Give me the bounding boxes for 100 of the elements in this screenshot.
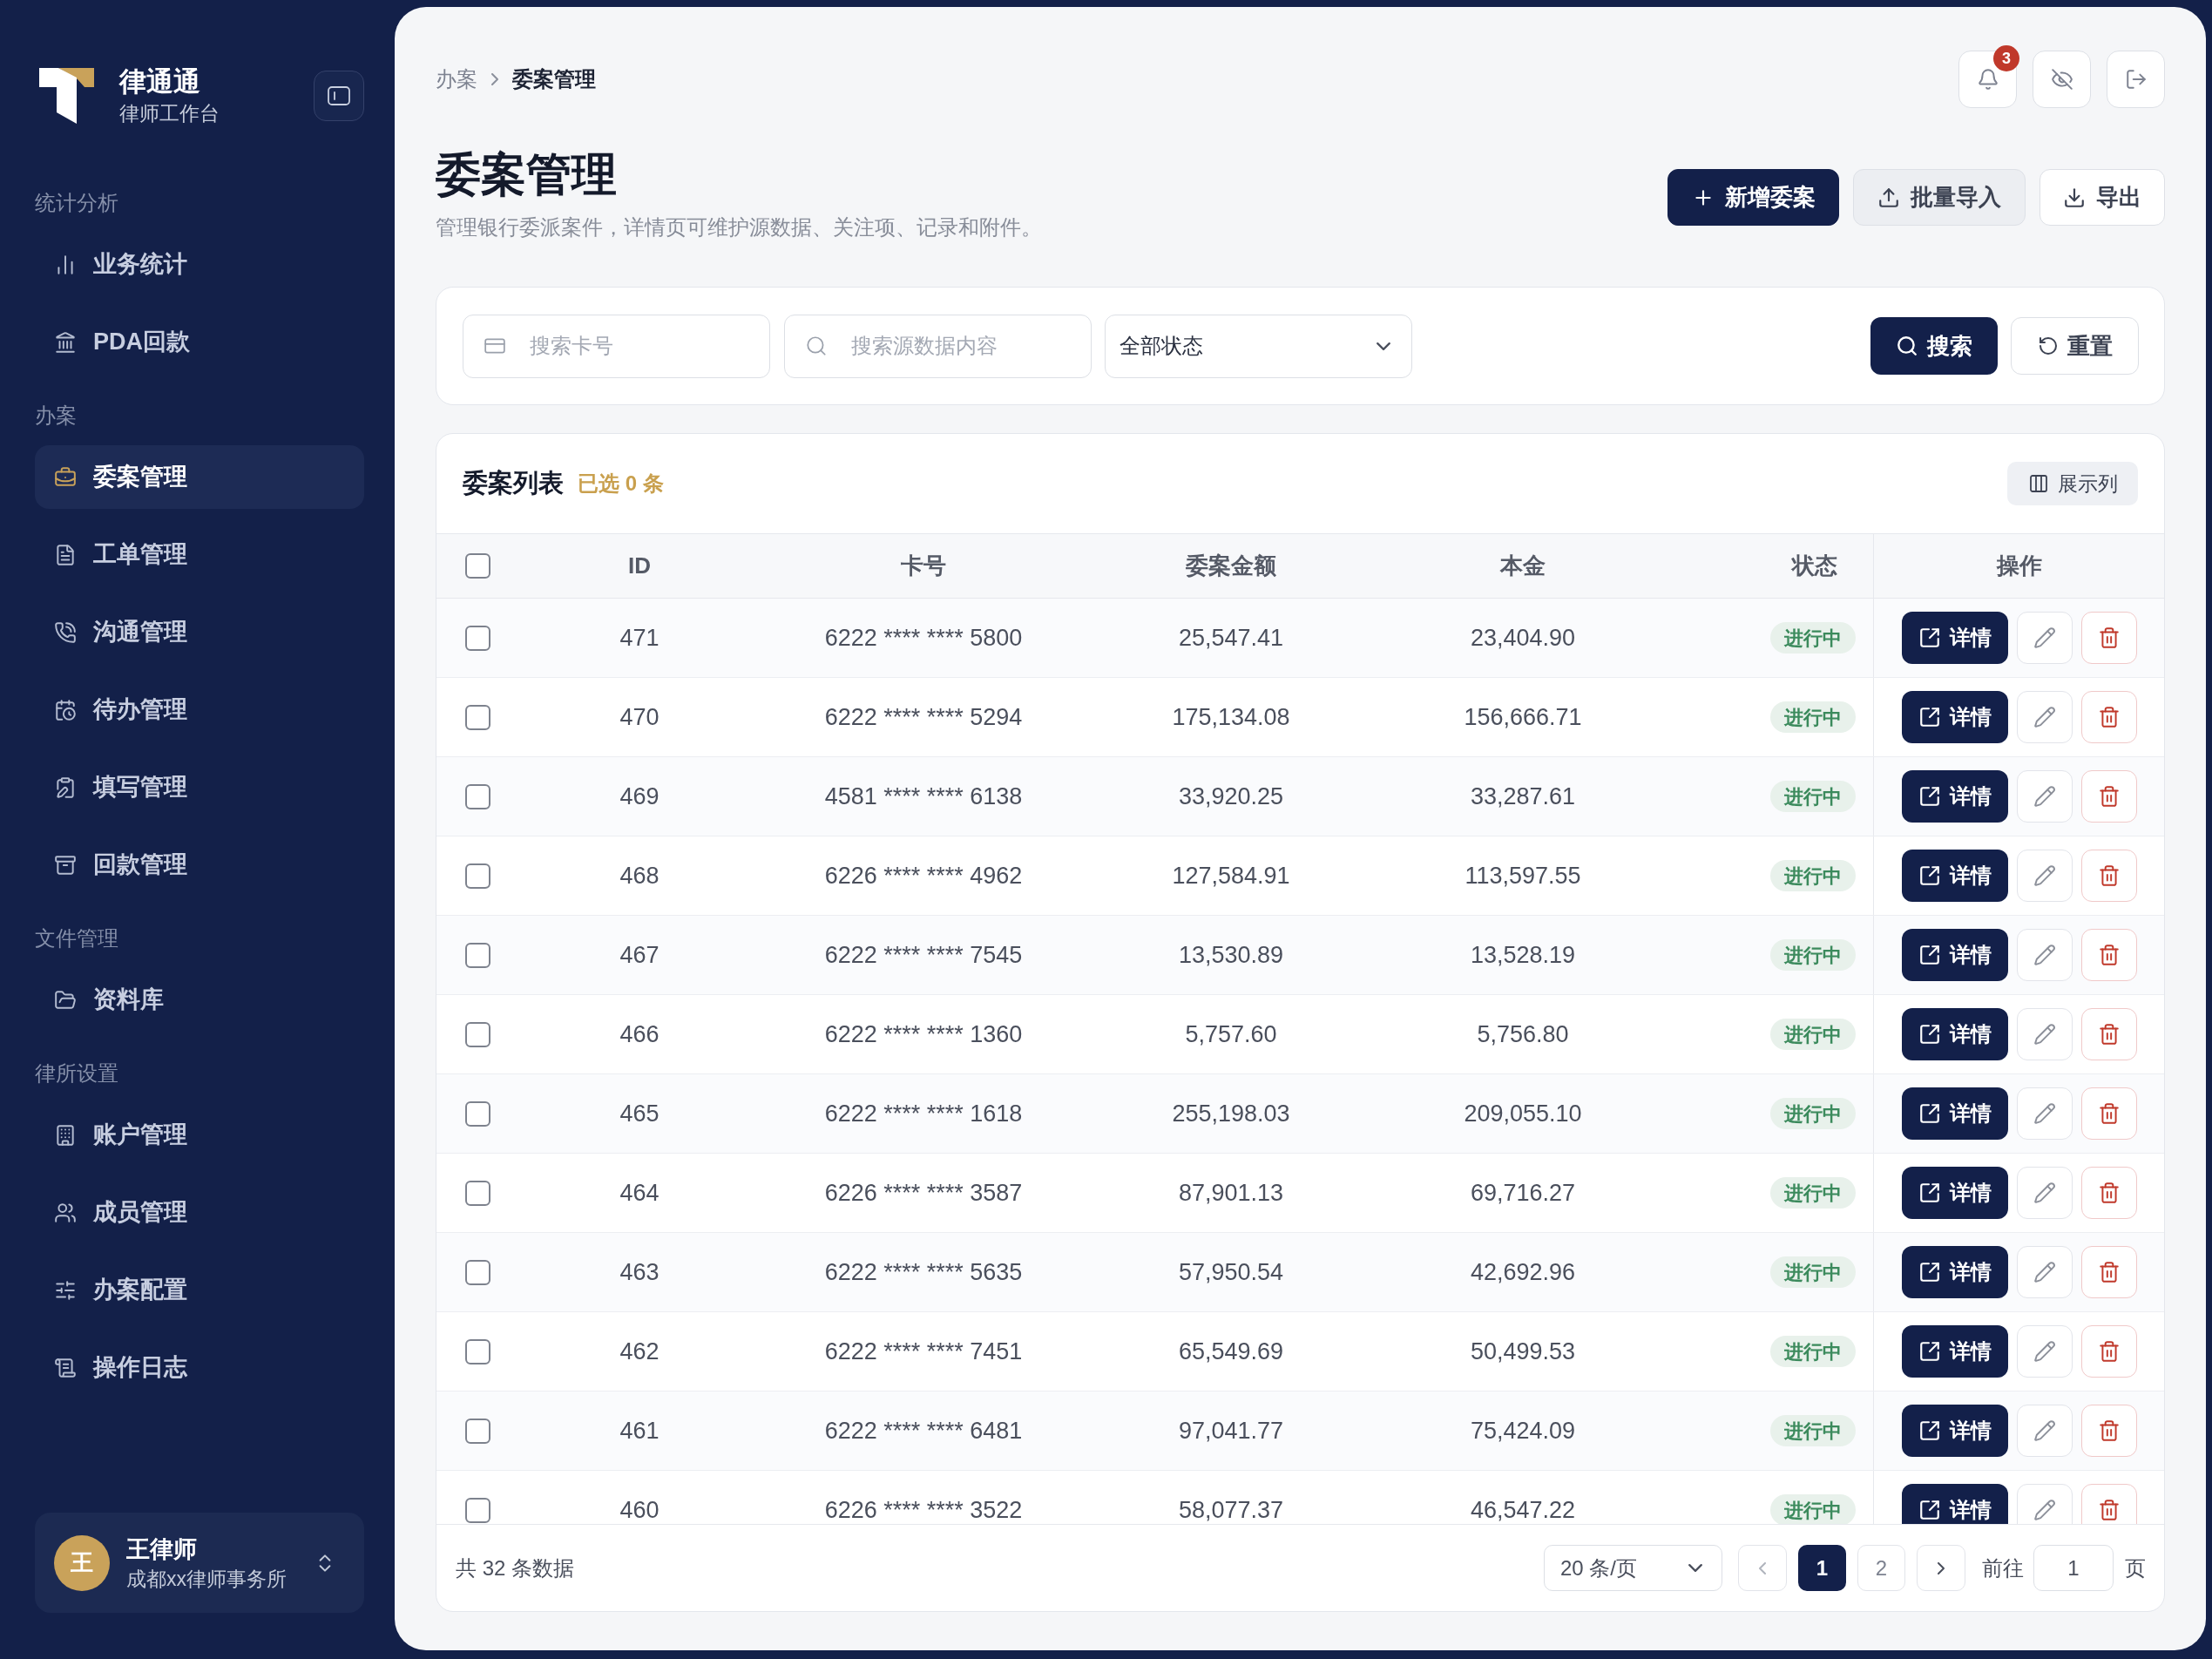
edit-button[interactable] bbox=[2016, 691, 2073, 743]
nav-item[interactable]: 委案管理 bbox=[35, 445, 364, 509]
column-toggle-button[interactable]: 展示列 bbox=[2007, 462, 2138, 505]
table-cell-text: 6222 **** **** 1360 bbox=[824, 1019, 1023, 1049]
delete-button[interactable] bbox=[2080, 1484, 2137, 1524]
breadcrumb-item[interactable]: 办案 bbox=[436, 64, 477, 95]
detail-button[interactable]: 详情 bbox=[1901, 929, 2008, 981]
delete-button[interactable] bbox=[2080, 770, 2137, 823]
nav-item[interactable]: 资料库 bbox=[35, 968, 364, 1032]
checkbox[interactable] bbox=[464, 1338, 490, 1364]
pencil-icon bbox=[2033, 944, 2056, 966]
nav-item[interactable]: 沟通管理 bbox=[35, 600, 364, 664]
nav-item[interactable]: 待办管理 bbox=[35, 678, 364, 741]
action-button[interactable]: 批量导入 bbox=[1853, 169, 2026, 226]
nav-item[interactable]: 办案配置 bbox=[35, 1258, 364, 1322]
delete-button[interactable] bbox=[2080, 1246, 2137, 1298]
detail-button[interactable]: 详情 bbox=[1901, 1167, 2008, 1219]
delete-button[interactable] bbox=[2080, 612, 2137, 664]
checkbox[interactable] bbox=[464, 1100, 490, 1127]
nav-item[interactable]: 业务统计 bbox=[35, 233, 364, 296]
action-button[interactable]: 新增委案 bbox=[1667, 169, 1839, 226]
nav-item[interactable]: 填写管理 bbox=[35, 755, 364, 819]
status-badge: 进行中 bbox=[1770, 1415, 1856, 1446]
phone-icon bbox=[54, 620, 77, 644]
status-select[interactable]: 全部状态 bbox=[1105, 314, 1412, 378]
edit-button[interactable] bbox=[2016, 1087, 2073, 1140]
search-icon bbox=[805, 334, 828, 357]
checkbox[interactable] bbox=[464, 553, 490, 579]
checkbox[interactable] bbox=[464, 1497, 490, 1523]
delete-button[interactable] bbox=[2080, 1325, 2137, 1378]
detail-button[interactable]: 详情 bbox=[1901, 1008, 2008, 1060]
checkbox[interactable] bbox=[464, 942, 490, 968]
search-button[interactable]: 搜索 bbox=[1870, 317, 1998, 375]
delete-button[interactable] bbox=[2080, 1087, 2137, 1140]
nav-item[interactable]: 工单管理 bbox=[35, 523, 364, 586]
checkbox[interactable] bbox=[464, 1021, 490, 1047]
table-title: 委案列表 bbox=[463, 468, 564, 499]
nav-item[interactable]: 成员管理 bbox=[35, 1181, 364, 1244]
edit-button[interactable] bbox=[2016, 1405, 2073, 1457]
edit-button[interactable] bbox=[2016, 1167, 2073, 1219]
edit-button[interactable] bbox=[2016, 1325, 2073, 1378]
checkbox[interactable] bbox=[464, 1180, 490, 1206]
checkbox[interactable] bbox=[464, 863, 490, 889]
edit-button[interactable] bbox=[2016, 1246, 2073, 1298]
page-button[interactable]: 1 bbox=[1798, 1545, 1846, 1591]
delete-button[interactable] bbox=[2080, 691, 2137, 743]
page-input[interactable]: 1 bbox=[2033, 1545, 2114, 1591]
nav-item[interactable]: 操作日志 bbox=[35, 1336, 364, 1399]
pencil-icon bbox=[2033, 864, 2056, 887]
table-cell-text: 65,549.69 bbox=[1178, 1337, 1284, 1366]
nav-item[interactable]: 回款管理 bbox=[35, 833, 364, 897]
reset-button[interactable]: 重置 bbox=[2011, 317, 2139, 375]
edit-button[interactable] bbox=[2016, 770, 2073, 823]
page-button[interactable]: 2 bbox=[1857, 1545, 1905, 1591]
checkbox[interactable] bbox=[464, 783, 490, 809]
checkbox[interactable] bbox=[464, 704, 490, 730]
hide-button[interactable] bbox=[2033, 51, 2091, 108]
edit-button[interactable] bbox=[2016, 850, 2073, 902]
table-cell-text: 97,041.77 bbox=[1178, 1416, 1284, 1446]
upload-icon bbox=[1877, 186, 1900, 209]
notification-badge: 3 bbox=[1993, 45, 2019, 71]
table-cell-text: 468 bbox=[619, 861, 660, 890]
logout-button[interactable] bbox=[2107, 51, 2165, 108]
user-org: 成都xx律师事务所 bbox=[126, 1566, 287, 1592]
checkbox[interactable] bbox=[464, 1259, 490, 1285]
detail-button[interactable]: 详情 bbox=[1901, 850, 2008, 902]
collapse-sidebar-button[interactable] bbox=[314, 71, 364, 121]
action-button[interactable]: 导出 bbox=[2040, 169, 2165, 226]
delete-button[interactable] bbox=[2080, 1008, 2137, 1060]
delete-button[interactable] bbox=[2080, 1405, 2137, 1457]
source-search-field[interactable]: 搜索源数据内容 bbox=[784, 314, 1092, 378]
page-size-select[interactable]: 20 条/页 bbox=[1544, 1545, 1722, 1591]
open-icon bbox=[1918, 1261, 1941, 1283]
edit-button[interactable] bbox=[2016, 929, 2073, 981]
table-cell-text: 25,547.41 bbox=[1178, 623, 1284, 653]
table-cell-text: 33,287.61 bbox=[1470, 782, 1576, 811]
delete-button[interactable] bbox=[2080, 929, 2137, 981]
edit-button[interactable] bbox=[2016, 612, 2073, 664]
detail-button[interactable]: 详情 bbox=[1901, 612, 2008, 664]
edit-button[interactable] bbox=[2016, 1484, 2073, 1524]
trash-icon bbox=[2097, 1182, 2121, 1204]
detail-button[interactable]: 详情 bbox=[1901, 691, 2008, 743]
detail-button[interactable]: 详情 bbox=[1901, 1325, 2008, 1378]
card-number-field[interactable]: 搜索卡号 bbox=[463, 314, 770, 378]
detail-button[interactable]: 详情 bbox=[1901, 1246, 2008, 1298]
folder-icon bbox=[54, 988, 77, 1012]
user-card[interactable]: 王 王律师 成都xx律师事务所 bbox=[35, 1513, 364, 1613]
delete-button[interactable] bbox=[2080, 850, 2137, 902]
trash-icon bbox=[2097, 864, 2121, 887]
table-cell-text: 6226 **** **** 3522 bbox=[824, 1495, 1023, 1524]
nav-item[interactable]: 账户管理 bbox=[35, 1103, 364, 1167]
checkbox[interactable] bbox=[464, 1418, 490, 1444]
detail-button[interactable]: 详情 bbox=[1901, 1405, 2008, 1457]
checkbox[interactable] bbox=[464, 625, 490, 651]
nav-item[interactable]: PDA回款 bbox=[35, 310, 364, 374]
detail-button[interactable]: 详情 bbox=[1901, 1484, 2008, 1524]
detail-button[interactable]: 详情 bbox=[1901, 1087, 2008, 1140]
edit-button[interactable] bbox=[2016, 1008, 2073, 1060]
detail-button[interactable]: 详情 bbox=[1901, 770, 2008, 823]
delete-button[interactable] bbox=[2080, 1167, 2137, 1219]
